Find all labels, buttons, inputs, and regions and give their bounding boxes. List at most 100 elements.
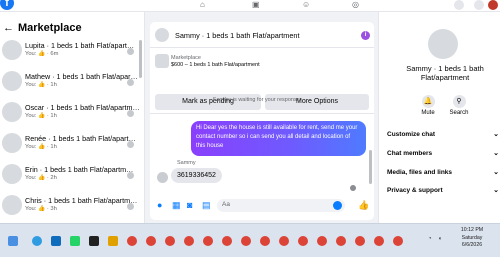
read-receipt-icon [127, 79, 134, 86]
clock-day: Saturday [461, 234, 483, 241]
chrome-icon[interactable] [184, 236, 194, 246]
read-receipt-icon [127, 110, 134, 117]
customize-chat-row[interactable]: Customize chat ⌄ [387, 131, 499, 138]
whatsapp-icon[interactable] [70, 236, 80, 246]
chrome-icon[interactable] [146, 236, 156, 246]
chat-members-row[interactable]: Chat members ⌄ [387, 150, 499, 157]
avatar [2, 164, 22, 184]
groups-icon[interactable]: ☺ [302, 0, 310, 9]
folder-icon[interactable] [108, 236, 118, 246]
chrome-icon[interactable] [165, 236, 175, 246]
profile-name: Sammy · 1 beds 1 bath Flat/apartment [406, 64, 484, 82]
sticker-icon[interactable]: ◙ [187, 200, 192, 210]
avatar [157, 172, 168, 183]
avatar [2, 133, 22, 153]
home-icon[interactable]: ⌂ [200, 0, 205, 9]
chrome-icon[interactable] [279, 236, 289, 246]
back-arrow-icon[interactable]: ← [3, 22, 14, 34]
info-icon[interactable]: i [361, 31, 370, 40]
facebook-logo[interactable]: f [0, 0, 14, 10]
listing-card: Marketplace $600 – 1 beds 1 bath Flat/ap… [150, 50, 374, 114]
chrome-icon[interactable] [222, 236, 232, 246]
conversation-item[interactable]: Lupita · 1 beds 1 bath Flat/apart… You: … [0, 38, 140, 66]
chrome-icon[interactable] [241, 236, 251, 246]
avatar [2, 195, 22, 215]
conversation-item[interactable]: Chris · 1 beds 1 bath Flat/apartm… You: … [0, 193, 140, 221]
conversation-meta: You: 👍 · 1h [25, 144, 57, 150]
chevron-down-icon: ⌄ [493, 150, 499, 157]
chrome-icon[interactable] [203, 236, 213, 246]
waiting-notice: Sammy is waiting for your response. [212, 97, 302, 103]
conversation-meta: You: 👍 · 1h [25, 82, 57, 88]
conversation-item[interactable]: Renée · 1 beds 1 bath Flat/apart… You: 👍… [0, 131, 140, 159]
conversation-name: Mathew · 1 beds 1 bath Flat/apar… [25, 72, 138, 81]
network-icon[interactable]: ◔ [428, 236, 432, 242]
gaming-icon[interactable]: ◎ [352, 0, 359, 9]
mute-button[interactable]: 🔔 Mute [412, 95, 444, 116]
listing-label: Marketplace [171, 55, 201, 61]
like-icon[interactable]: 👍 [358, 200, 369, 210]
chrome-icon[interactable] [127, 236, 137, 246]
sender-name: Sammy [177, 160, 196, 166]
top-navigation-bar: f ⌂ ▣ ☺ ◎ [0, 0, 500, 12]
chrome-icon[interactable] [336, 236, 346, 246]
conversation-name: Renée · 1 beds 1 bath Flat/apart… [25, 134, 136, 143]
chat-header: Sammy · 1 beds 1 bath Flat/apartment i [150, 22, 374, 48]
clock-time: 10:12 PM [460, 227, 484, 233]
conversation-item[interactable]: Oscar · 1 beds 1 bath Flat/apartm… You: … [0, 100, 140, 128]
incoming-message: 3619336452 [171, 168, 222, 183]
chat-scrollbar[interactable] [369, 150, 372, 184]
chrome-icon[interactable] [393, 236, 403, 246]
volume-icon[interactable]: ◖ [438, 236, 442, 242]
mute-label: Mute [421, 110, 435, 116]
inbox-header: ← Marketplace [3, 22, 82, 34]
row-label: Chat members [387, 150, 433, 157]
media-files-links-row[interactable]: Media, files and links ⌄ [387, 169, 499, 176]
read-receipt-icon [127, 172, 134, 179]
conversation-meta: You: 👍 · 6m [25, 51, 59, 57]
clock-date: 6/6/2026 [461, 242, 483, 248]
chrome-icon[interactable] [355, 236, 365, 246]
row-label: Media, files and links [387, 169, 453, 176]
clock[interactable]: 10:12 PM Saturday 6/6/2026 [452, 227, 492, 250]
edge-icon[interactable] [32, 236, 42, 246]
chat-title[interactable]: Sammy · 1 beds 1 bath Flat/apartment [175, 31, 300, 40]
chrome-icon[interactable] [374, 236, 384, 246]
chrome-icon[interactable] [260, 236, 270, 246]
read-receipt-icon [127, 48, 134, 55]
messenger-icon[interactable] [454, 0, 464, 10]
search-button[interactable]: ⚲ Search [443, 95, 475, 116]
chrome-icon[interactable] [298, 236, 308, 246]
read-receipt-icon [127, 141, 134, 148]
avatar[interactable] [155, 28, 169, 42]
message-composer: ● ▦ ◙ ▤ Aa 👍 [150, 193, 374, 219]
notifications-icon[interactable] [474, 0, 484, 10]
app-icon[interactable] [89, 236, 99, 246]
chat-window: Sammy · 1 beds 1 bath Flat/apartment i M… [150, 22, 374, 220]
search-label: Search [449, 110, 469, 116]
message-input[interactable]: Aa [217, 199, 345, 212]
conversation-meta: You: 👍 · 2h [25, 175, 57, 181]
chrome-icon[interactable] [317, 236, 327, 246]
file-explorer-icon[interactable] [51, 236, 61, 246]
listing-price[interactable]: $600 – 1 beds 1 bath Flat/apartment [171, 62, 260, 68]
gif-icon[interactable]: ▤ [202, 200, 211, 210]
profile-avatar[interactable] [428, 29, 458, 59]
conversation-name: Oscar · 1 beds 1 bath Flat/apartm… [25, 103, 140, 112]
listing-thumbnail[interactable] [155, 54, 169, 68]
avatar [2, 40, 22, 60]
conversation-item[interactable]: Mathew · 1 beds 1 bath Flat/apar… You: 👍… [0, 69, 140, 97]
seen-avatar-icon [350, 185, 356, 191]
image-icon[interactable]: ▦ [172, 200, 181, 210]
search-icon[interactable] [8, 236, 18, 246]
emoji-icon[interactable] [333, 201, 342, 210]
account-avatar[interactable] [488, 0, 498, 10]
conversation-meta: You: 👍 · 3h [25, 206, 57, 212]
video-icon[interactable]: ▣ [252, 0, 260, 9]
read-receipt-icon [127, 203, 134, 210]
privacy-support-row[interactable]: Privacy & support ⌄ [387, 187, 499, 194]
avatar [2, 102, 22, 122]
windows-taskbar: ◔ ◖ 10:12 PM Saturday 6/6/2026 [0, 223, 500, 257]
microphone-icon[interactable]: ● [157, 200, 162, 210]
conversation-item[interactable]: Erin · 1 beds 1 bath Flat/apartm… You: 👍… [0, 162, 140, 190]
